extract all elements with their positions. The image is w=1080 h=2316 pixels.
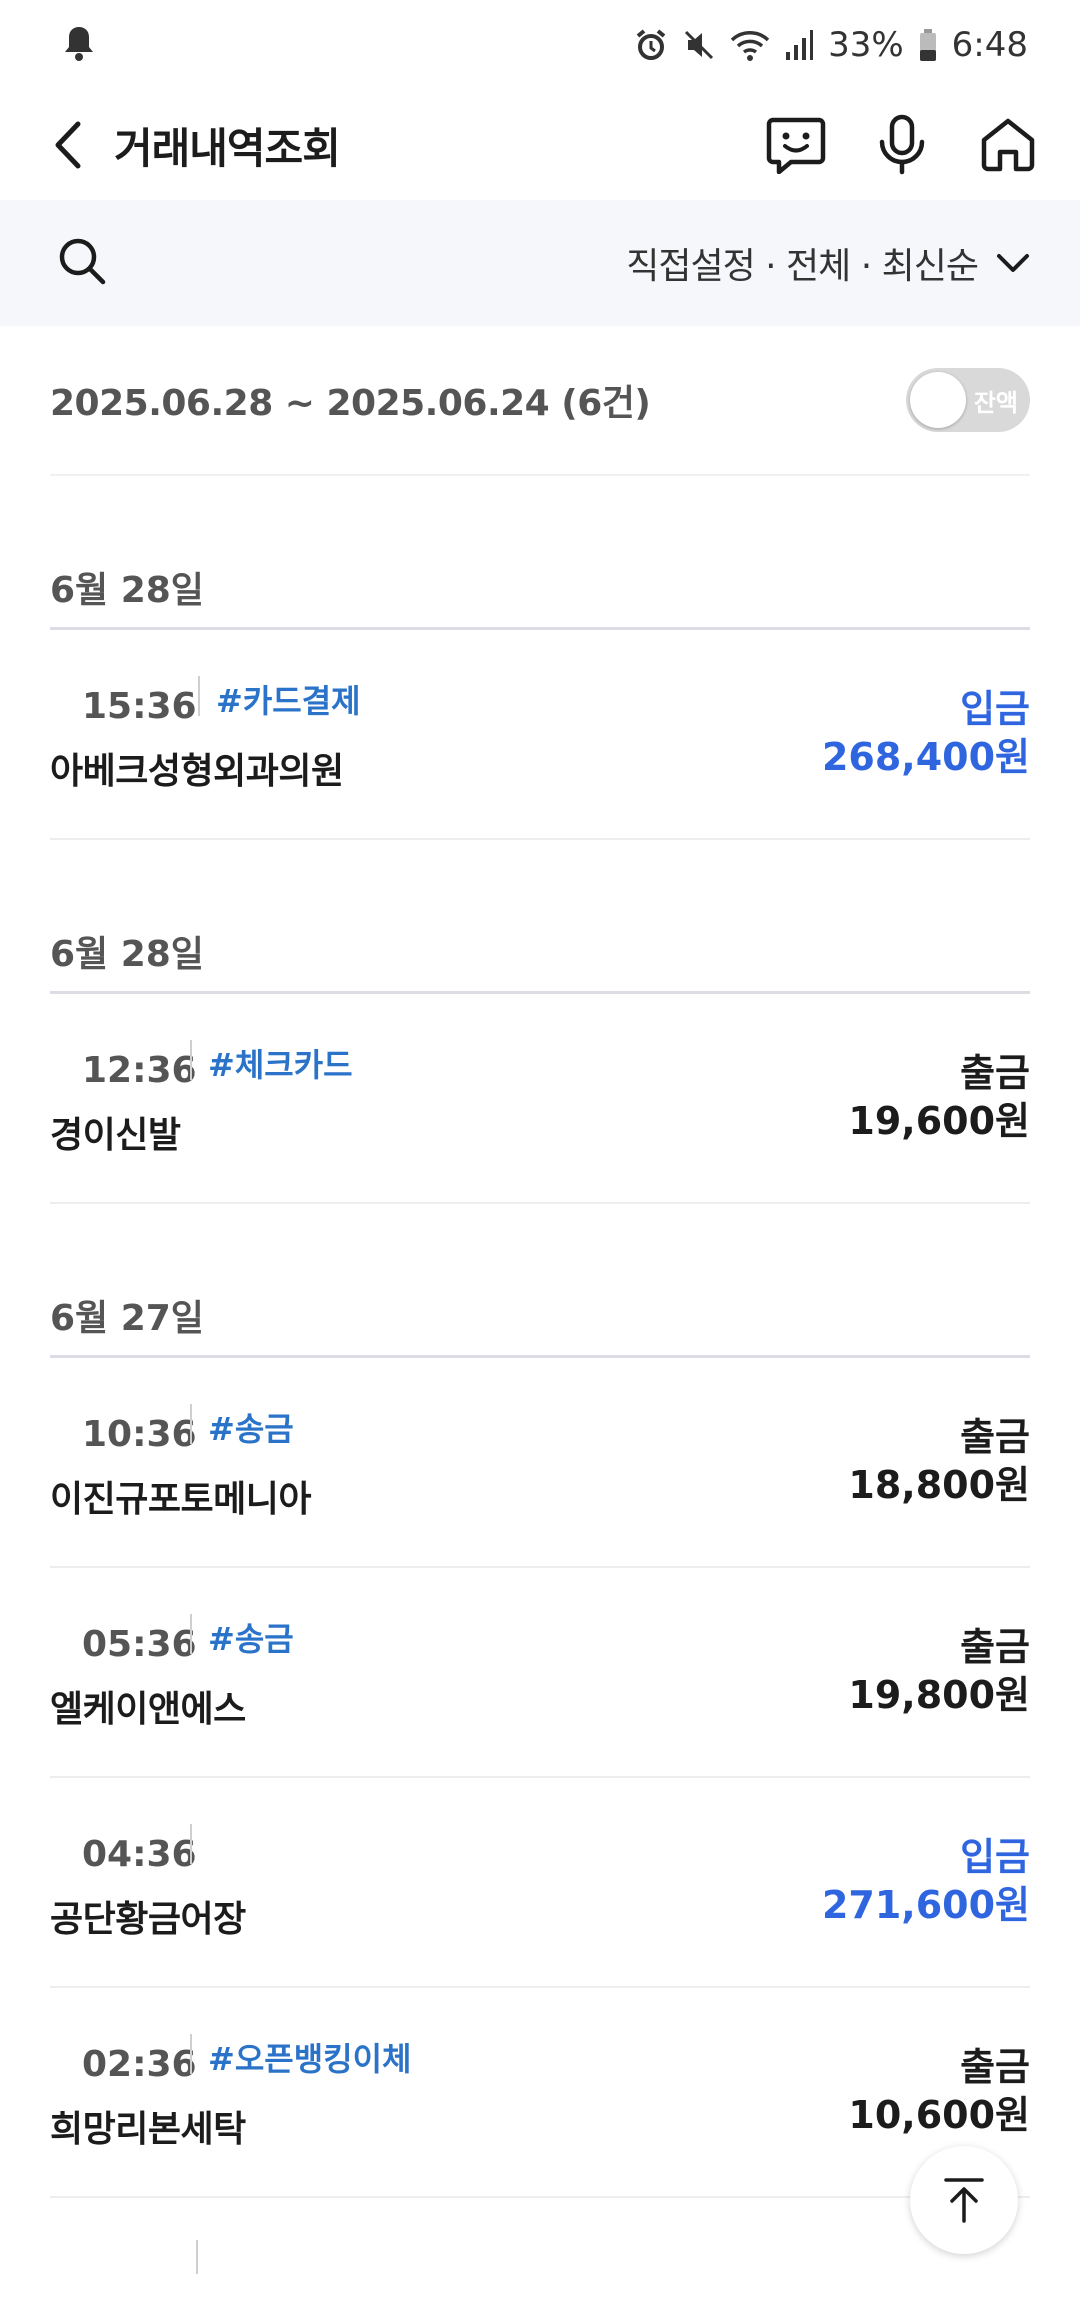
signal-icon bbox=[784, 28, 814, 62]
transaction-row[interactable]: 05:36 #송금엘케이앤에스 출금 19,800원 bbox=[50, 1568, 1030, 1778]
transaction-amount: 19,800원 bbox=[848, 1673, 1030, 1717]
scroll-to-top-button[interactable] bbox=[910, 2146, 1018, 2254]
transaction-row[interactable]: 02:36 #오픈뱅킹이체희망리본세탁 출금 10,600원 bbox=[50, 1988, 1030, 2198]
transaction-tag: #체크카드 bbox=[208, 1046, 353, 1084]
transaction-row[interactable]: 15:36 #카드결제아베크성형외과의원 입금 268,400원 bbox=[50, 630, 1030, 840]
transaction-type: 입금 bbox=[960, 687, 1030, 731]
time-separator bbox=[198, 676, 200, 716]
transaction-amount: 18,800원 bbox=[848, 1463, 1030, 1507]
microphone-icon bbox=[879, 114, 925, 175]
transaction-time: 12:36 bbox=[82, 1050, 197, 1091]
date-range-row: 2025.06.28 ~ 2025.06.24 (6건) 잔액 bbox=[50, 326, 1030, 476]
transaction-type: 출금 bbox=[960, 1625, 1030, 1669]
chevron-left-icon bbox=[55, 121, 81, 169]
transaction-type: 출금 bbox=[960, 2045, 1030, 2089]
battery-percent: 33% bbox=[828, 25, 904, 65]
day-header: 6월 28일 bbox=[50, 476, 1030, 630]
status-bar: 33% 6:48 bbox=[0, 0, 1080, 90]
time-separator bbox=[190, 1404, 192, 1444]
filter-dropdown[interactable]: 직접설정 · 전체 · 최신순 bbox=[626, 237, 1030, 289]
time-separator bbox=[190, 1614, 192, 1654]
toggle-knob bbox=[910, 372, 966, 428]
home-icon bbox=[981, 118, 1035, 172]
app-bar: 거래내역조회 bbox=[0, 90, 1080, 200]
balance-toggle[interactable]: 잔액 bbox=[906, 368, 1030, 432]
battery-icon bbox=[918, 28, 938, 62]
time-separator bbox=[190, 2034, 192, 2074]
notification-bell-icon bbox=[62, 23, 96, 67]
page-title: 거래내역조회 bbox=[114, 123, 341, 173]
transaction-tag: #카드결제 bbox=[216, 682, 361, 720]
transaction-time: 02:36 bbox=[82, 2044, 197, 2085]
transaction-time: 05:36 bbox=[82, 1624, 197, 1665]
transaction-time: 10:36 bbox=[82, 1414, 197, 1455]
transaction-name: 희망리본세탁 bbox=[50, 2109, 246, 2150]
clock: 6:48 bbox=[951, 25, 1028, 65]
wifi-icon bbox=[730, 28, 770, 62]
balance-toggle-label: 잔액 bbox=[973, 388, 1018, 417]
chatbot-button[interactable] bbox=[764, 113, 828, 177]
day-header: 6월 28일 bbox=[50, 840, 1030, 994]
transaction-name: 경이신발 bbox=[50, 1115, 181, 1156]
transaction-name: 아베크성형외과의원 bbox=[50, 751, 344, 792]
mute-icon bbox=[682, 28, 716, 62]
time-separator bbox=[190, 1040, 192, 1080]
date-range-text: 2025.06.28 ~ 2025.06.24 (6건) bbox=[50, 383, 651, 424]
search-button[interactable] bbox=[56, 235, 108, 291]
transaction-type: 출금 bbox=[960, 1051, 1030, 1095]
transaction-amount: 268,400원 bbox=[821, 735, 1030, 779]
voice-search-button[interactable] bbox=[870, 113, 934, 177]
time-separator bbox=[190, 1824, 192, 1864]
transaction-time: 04:36 bbox=[82, 1834, 197, 1875]
transaction-type: 출금 bbox=[960, 1415, 1030, 1459]
transaction-amount: 10,600원 bbox=[848, 2093, 1030, 2137]
app-bar-actions bbox=[764, 113, 1040, 177]
partial-row-separator bbox=[196, 2240, 198, 2274]
home-button[interactable] bbox=[976, 113, 1040, 177]
filter-bar: 직접설정 · 전체 · 최신순 bbox=[0, 200, 1080, 326]
transaction-time: 15:36 bbox=[82, 686, 197, 727]
transaction-row[interactable]: 12:36 #체크카드경이신발 출금 19,600원 bbox=[50, 994, 1030, 1204]
transaction-row[interactable]: 10:36 #송금이진규포토메니아 출금 18,800원 bbox=[50, 1358, 1030, 1568]
transaction-tag: #오픈뱅킹이체 bbox=[208, 2040, 412, 2078]
transaction-name: 이진규포토메니아 bbox=[50, 1479, 311, 1520]
back-button[interactable] bbox=[40, 105, 96, 185]
transaction-type: 입금 bbox=[960, 1835, 1030, 1879]
chat-face-icon bbox=[766, 117, 826, 174]
transaction-amount: 271,600원 bbox=[821, 1883, 1030, 1927]
status-indicators: 33% 6:48 bbox=[634, 25, 1028, 65]
transaction-name: 엘케이앤에스 bbox=[50, 1689, 246, 1730]
arrow-up-icon bbox=[944, 2178, 984, 2223]
alarm-icon bbox=[634, 28, 668, 62]
chevron-down-icon bbox=[997, 254, 1029, 272]
day-header: 6월 27일 bbox=[50, 1204, 1030, 1358]
transaction-tag: #송금 bbox=[208, 1410, 294, 1448]
transaction-row[interactable]: 04:36 공단황금어장 입금 271,600원 bbox=[50, 1778, 1030, 1988]
transaction-amount: 19,600원 bbox=[848, 1099, 1030, 1143]
transaction-tag: #송금 bbox=[208, 1620, 294, 1658]
transaction-list: 6월 28일 15:36 #카드결제 아베크성형외과의원 입금 268,400원 6월 28… bbox=[50, 476, 1030, 2198]
transaction-name: 공단황금어장 bbox=[50, 1899, 246, 1940]
search-icon bbox=[59, 238, 106, 285]
filter-label: 직접설정 · 전체 · 최신순 bbox=[626, 246, 979, 287]
